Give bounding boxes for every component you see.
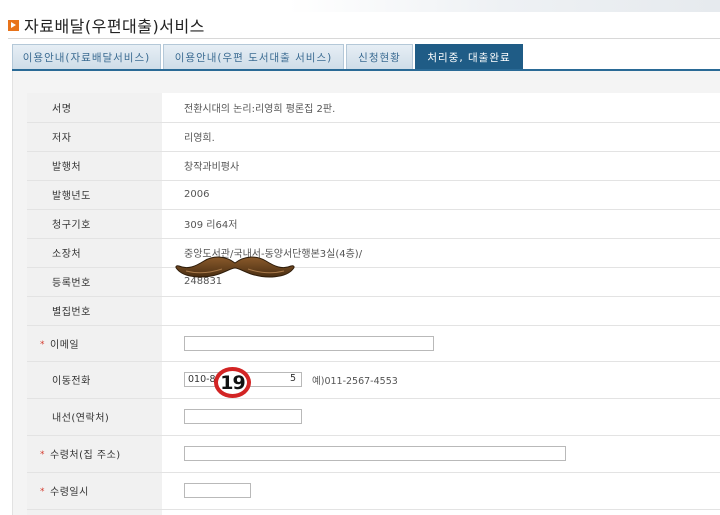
title-bullet-icon xyxy=(8,19,19,31)
table-row: 별집번호 xyxy=(27,296,720,326)
table-row: * 수령일시 xyxy=(27,472,720,510)
author-label: 저자 xyxy=(52,133,72,144)
table-row: 소장처 중앙도서관/국내서-동양서단행본3실(4층)/ xyxy=(27,238,720,268)
author-value: 리영희. xyxy=(162,122,720,152)
mobile-hint: 예)011-2567-4553 xyxy=(312,375,398,387)
table-row: * 이메일 xyxy=(27,325,720,362)
title-divider xyxy=(8,38,720,39)
address-label: 수령처(집 주소) xyxy=(50,450,121,461)
tab-processing-completed[interactable]: 처리중, 대출완료 xyxy=(415,44,523,69)
top-decoration xyxy=(0,0,720,12)
mustache-icon xyxy=(175,256,295,278)
table-row: 발행년도 2006 xyxy=(27,180,720,210)
extension-input[interactable] xyxy=(184,409,302,424)
call-number-value: 309 리64저 xyxy=(162,209,720,239)
table-row xyxy=(27,509,720,515)
call-number-label: 청구기호 xyxy=(52,220,91,231)
date-input[interactable] xyxy=(184,483,251,498)
email-input[interactable] xyxy=(184,335,434,351)
mobile-label: 이동전화 xyxy=(52,376,91,387)
location-label: 소장처 xyxy=(52,249,82,260)
number-badge: 19 xyxy=(214,367,251,398)
request-form-table: 서명 전환시대의 논리:리영희 평론집 2판. 저자 리영희. 발행처 창작과비… xyxy=(27,93,720,515)
volume-value xyxy=(162,296,720,326)
page-header: 자료배달(우편대출)서비스 xyxy=(8,14,205,36)
page-title: 자료배달(우편대출)서비스 xyxy=(24,17,205,36)
required-mark: * xyxy=(40,339,45,350)
registration-label: 등록번호 xyxy=(52,278,91,289)
table-row: 내선(연락처) xyxy=(27,398,720,436)
table-row: 등록번호 248831 xyxy=(27,267,720,297)
year-label: 발행년도 xyxy=(52,191,91,202)
year-value: 2006 xyxy=(162,180,720,210)
mobile-value-tail: 5 xyxy=(289,373,296,384)
table-row: 청구기호 309 리64저 xyxy=(27,209,720,239)
table-row: 이동전화 5 예)011-2567-4553 xyxy=(27,361,720,399)
required-mark: * xyxy=(40,450,45,460)
email-label: 이메일 xyxy=(50,339,80,351)
volume-label: 별집번호 xyxy=(52,307,91,318)
table-row: 저자 리영희. xyxy=(27,122,720,152)
title-value: 전환시대의 논리:리영희 평론집 2판. xyxy=(162,93,720,123)
table-row: * 수령처(집 주소) xyxy=(27,435,720,473)
table-row: 서명 전환시대의 논리:리영희 평론집 2판. xyxy=(27,93,720,123)
tab-postal-loan-guide[interactable]: 이용안내(우편 도서대출 서비스) xyxy=(163,44,344,69)
table-row: 발행처 창작과비평사 xyxy=(27,151,720,181)
publisher-value: 창작과비평사 xyxy=(162,151,720,181)
content-panel: 서명 전환시대의 논리:리영희 평론집 2판. 저자 리영희. 발행처 창작과비… xyxy=(12,71,720,515)
title-label: 서명 xyxy=(52,103,72,115)
tab-request-status[interactable]: 신청현황 xyxy=(346,44,413,69)
date-label: 수령일시 xyxy=(50,487,89,498)
required-mark: * xyxy=(40,487,45,497)
publisher-label: 발행처 xyxy=(52,162,82,173)
extension-label: 내선(연락처) xyxy=(52,413,110,424)
tab-delivery-guide[interactable]: 이용안내(자료배달서비스) xyxy=(12,44,161,69)
address-input[interactable] xyxy=(184,446,566,461)
tab-bar: 이용안내(자료배달서비스) 이용안내(우편 도서대출 서비스) 신청현황 처리중… xyxy=(12,44,525,69)
